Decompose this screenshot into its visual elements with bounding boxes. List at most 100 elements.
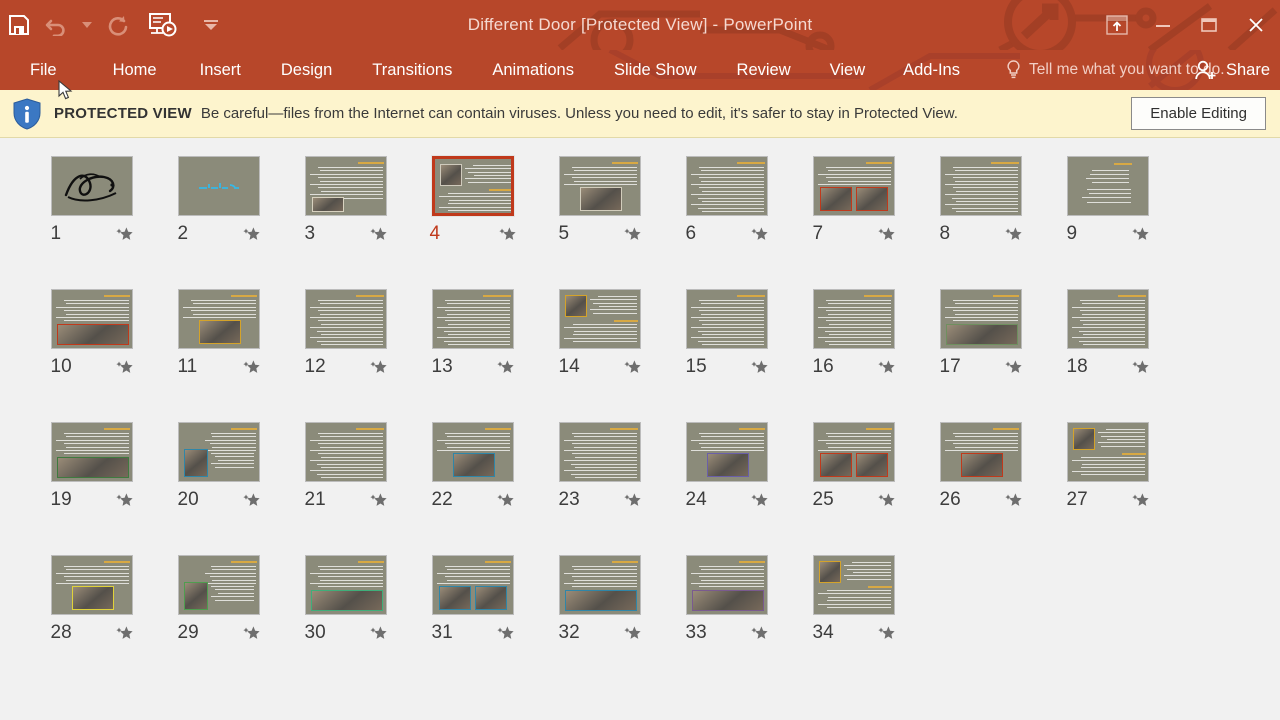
animation-star-button[interactable] bbox=[242, 625, 260, 642]
animation-star-button[interactable] bbox=[369, 625, 387, 642]
menu-item-animations[interactable]: Animations bbox=[492, 55, 574, 86]
animation-star-button[interactable] bbox=[750, 226, 768, 243]
slide-thumbnail-19[interactable]: 19 bbox=[28, 422, 155, 555]
slide-preview[interactable] bbox=[812, 422, 895, 482]
animation-star-button[interactable] bbox=[623, 226, 641, 243]
animation-star-button[interactable] bbox=[115, 226, 133, 243]
animation-star-button[interactable] bbox=[1131, 359, 1149, 376]
slide-preview[interactable] bbox=[431, 555, 514, 615]
slide-thumbnail-27[interactable]: 27 bbox=[1044, 422, 1171, 555]
slide-thumbnail-20[interactable]: 20 bbox=[155, 422, 282, 555]
animation-star-button[interactable] bbox=[496, 625, 514, 642]
slide-thumbnail-33[interactable]: 33 bbox=[663, 555, 790, 688]
slide-thumbnail-10[interactable]: 10 bbox=[28, 289, 155, 422]
animation-star-button[interactable] bbox=[1131, 226, 1149, 243]
slide-thumbnail-16[interactable]: 16 bbox=[790, 289, 917, 422]
slide-preview[interactable] bbox=[685, 555, 768, 615]
menu-item-design[interactable]: Design bbox=[281, 55, 332, 86]
animation-star-button[interactable] bbox=[369, 226, 387, 243]
menu-item-transitions[interactable]: Transitions bbox=[372, 55, 452, 86]
slide-preview[interactable] bbox=[304, 156, 387, 216]
slide-preview[interactable] bbox=[939, 156, 1022, 216]
slide-preview[interactable] bbox=[558, 156, 641, 216]
redo-icon[interactable] bbox=[98, 3, 136, 47]
animation-star-button[interactable] bbox=[242, 226, 260, 243]
slide-preview[interactable] bbox=[1066, 422, 1149, 482]
slide-preview[interactable] bbox=[558, 422, 641, 482]
menu-item-review[interactable]: Review bbox=[737, 55, 791, 86]
slide-thumbnail-6[interactable]: 6 bbox=[663, 156, 790, 289]
animation-star-button[interactable] bbox=[496, 359, 514, 376]
slide-thumbnail-21[interactable]: 21 bbox=[282, 422, 409, 555]
menu-item-add-ins[interactable]: Add-Ins bbox=[903, 55, 960, 86]
animation-star-button[interactable] bbox=[1004, 492, 1022, 509]
animation-star-button[interactable] bbox=[369, 492, 387, 509]
slide-preview[interactable] bbox=[430, 155, 515, 217]
slide-thumbnail-24[interactable]: 24 bbox=[663, 422, 790, 555]
slide-preview[interactable] bbox=[685, 156, 768, 216]
animation-star-button[interactable] bbox=[623, 625, 641, 642]
slide-preview[interactable] bbox=[304, 289, 387, 349]
slide-preview[interactable] bbox=[177, 156, 260, 216]
slide-preview[interactable] bbox=[50, 289, 133, 349]
slide-thumbnail-31[interactable]: 31 bbox=[409, 555, 536, 688]
slide-preview[interactable] bbox=[431, 289, 514, 349]
animation-star-button[interactable] bbox=[115, 359, 133, 376]
animation-star-button[interactable] bbox=[1004, 359, 1022, 376]
slide-thumbnail-4[interactable]: 4 bbox=[409, 155, 536, 289]
animation-star-button[interactable] bbox=[877, 625, 895, 642]
animation-star-button[interactable] bbox=[750, 625, 768, 642]
slide-preview[interactable] bbox=[939, 422, 1022, 482]
slide-thumbnail-1[interactable]: 1 bbox=[28, 156, 155, 289]
menu-item-view[interactable]: View bbox=[830, 55, 865, 86]
slide-thumbnail-29[interactable]: 29 bbox=[155, 555, 282, 688]
slide-preview[interactable] bbox=[1066, 156, 1149, 216]
slide-preview[interactable] bbox=[50, 555, 133, 615]
slide-sorter-pane[interactable]: 1 2 3 4 5 6 7 8 9 10 11 12 13 14 15 16 17 18 19 20 21 22 23 24 2… bbox=[0, 80, 1280, 720]
undo-icon[interactable] bbox=[38, 3, 76, 47]
slide-thumbnail-25[interactable]: 25 bbox=[790, 422, 917, 555]
slide-thumbnail-9[interactable]: 9 bbox=[1044, 156, 1171, 289]
slide-preview[interactable] bbox=[177, 555, 260, 615]
slide-thumbnail-14[interactable]: 14 bbox=[536, 289, 663, 422]
animation-star-button[interactable] bbox=[750, 359, 768, 376]
menu-item-home[interactable]: Home bbox=[113, 55, 157, 86]
enable-editing-button[interactable]: Enable Editing bbox=[1131, 97, 1266, 130]
restore-icon[interactable] bbox=[1186, 0, 1232, 50]
slide-preview[interactable] bbox=[177, 289, 260, 349]
slide-preview[interactable] bbox=[939, 289, 1022, 349]
slide-thumbnail-34[interactable]: 34 bbox=[790, 555, 917, 688]
slide-thumbnail-5[interactable]: 5 bbox=[536, 156, 663, 289]
slide-thumbnail-17[interactable]: 17 bbox=[917, 289, 1044, 422]
slide-thumbnail-3[interactable]: 3 bbox=[282, 156, 409, 289]
slide-thumbnail-30[interactable]: 30 bbox=[282, 555, 409, 688]
slide-preview[interactable] bbox=[558, 289, 641, 349]
menu-item-slide-show[interactable]: Slide Show bbox=[614, 55, 697, 86]
slide-thumbnail-18[interactable]: 18 bbox=[1044, 289, 1171, 422]
animation-star-button[interactable] bbox=[877, 359, 895, 376]
slide-preview[interactable] bbox=[558, 555, 641, 615]
share-button[interactable]: Share bbox=[1180, 50, 1280, 90]
slide-thumbnail-26[interactable]: 26 bbox=[917, 422, 1044, 555]
save-icon[interactable] bbox=[0, 3, 38, 47]
slide-thumbnail-28[interactable]: 28 bbox=[28, 555, 155, 688]
slide-preview[interactable] bbox=[50, 156, 133, 216]
animation-star-button[interactable] bbox=[496, 492, 514, 509]
slide-thumbnail-2[interactable]: 2 bbox=[155, 156, 282, 289]
slide-preview[interactable] bbox=[431, 422, 514, 482]
animation-star-button[interactable] bbox=[369, 359, 387, 376]
animation-star-button[interactable] bbox=[115, 625, 133, 642]
start-slideshow-icon[interactable] bbox=[136, 3, 190, 47]
animation-star-button[interactable] bbox=[623, 492, 641, 509]
slide-thumbnail-7[interactable]: 7 bbox=[790, 156, 917, 289]
slide-thumbnail-11[interactable]: 11 bbox=[155, 289, 282, 422]
customize-qat-icon[interactable] bbox=[190, 3, 232, 47]
ribbon-display-options-icon[interactable] bbox=[1094, 0, 1140, 50]
minimize-icon[interactable] bbox=[1140, 0, 1186, 50]
slide-thumbnail-22[interactable]: 22 bbox=[409, 422, 536, 555]
animation-star-button[interactable] bbox=[750, 492, 768, 509]
undo-dropdown-icon[interactable] bbox=[76, 3, 98, 47]
slide-preview[interactable] bbox=[1066, 289, 1149, 349]
animation-star-button[interactable] bbox=[498, 226, 516, 243]
animation-star-button[interactable] bbox=[877, 492, 895, 509]
